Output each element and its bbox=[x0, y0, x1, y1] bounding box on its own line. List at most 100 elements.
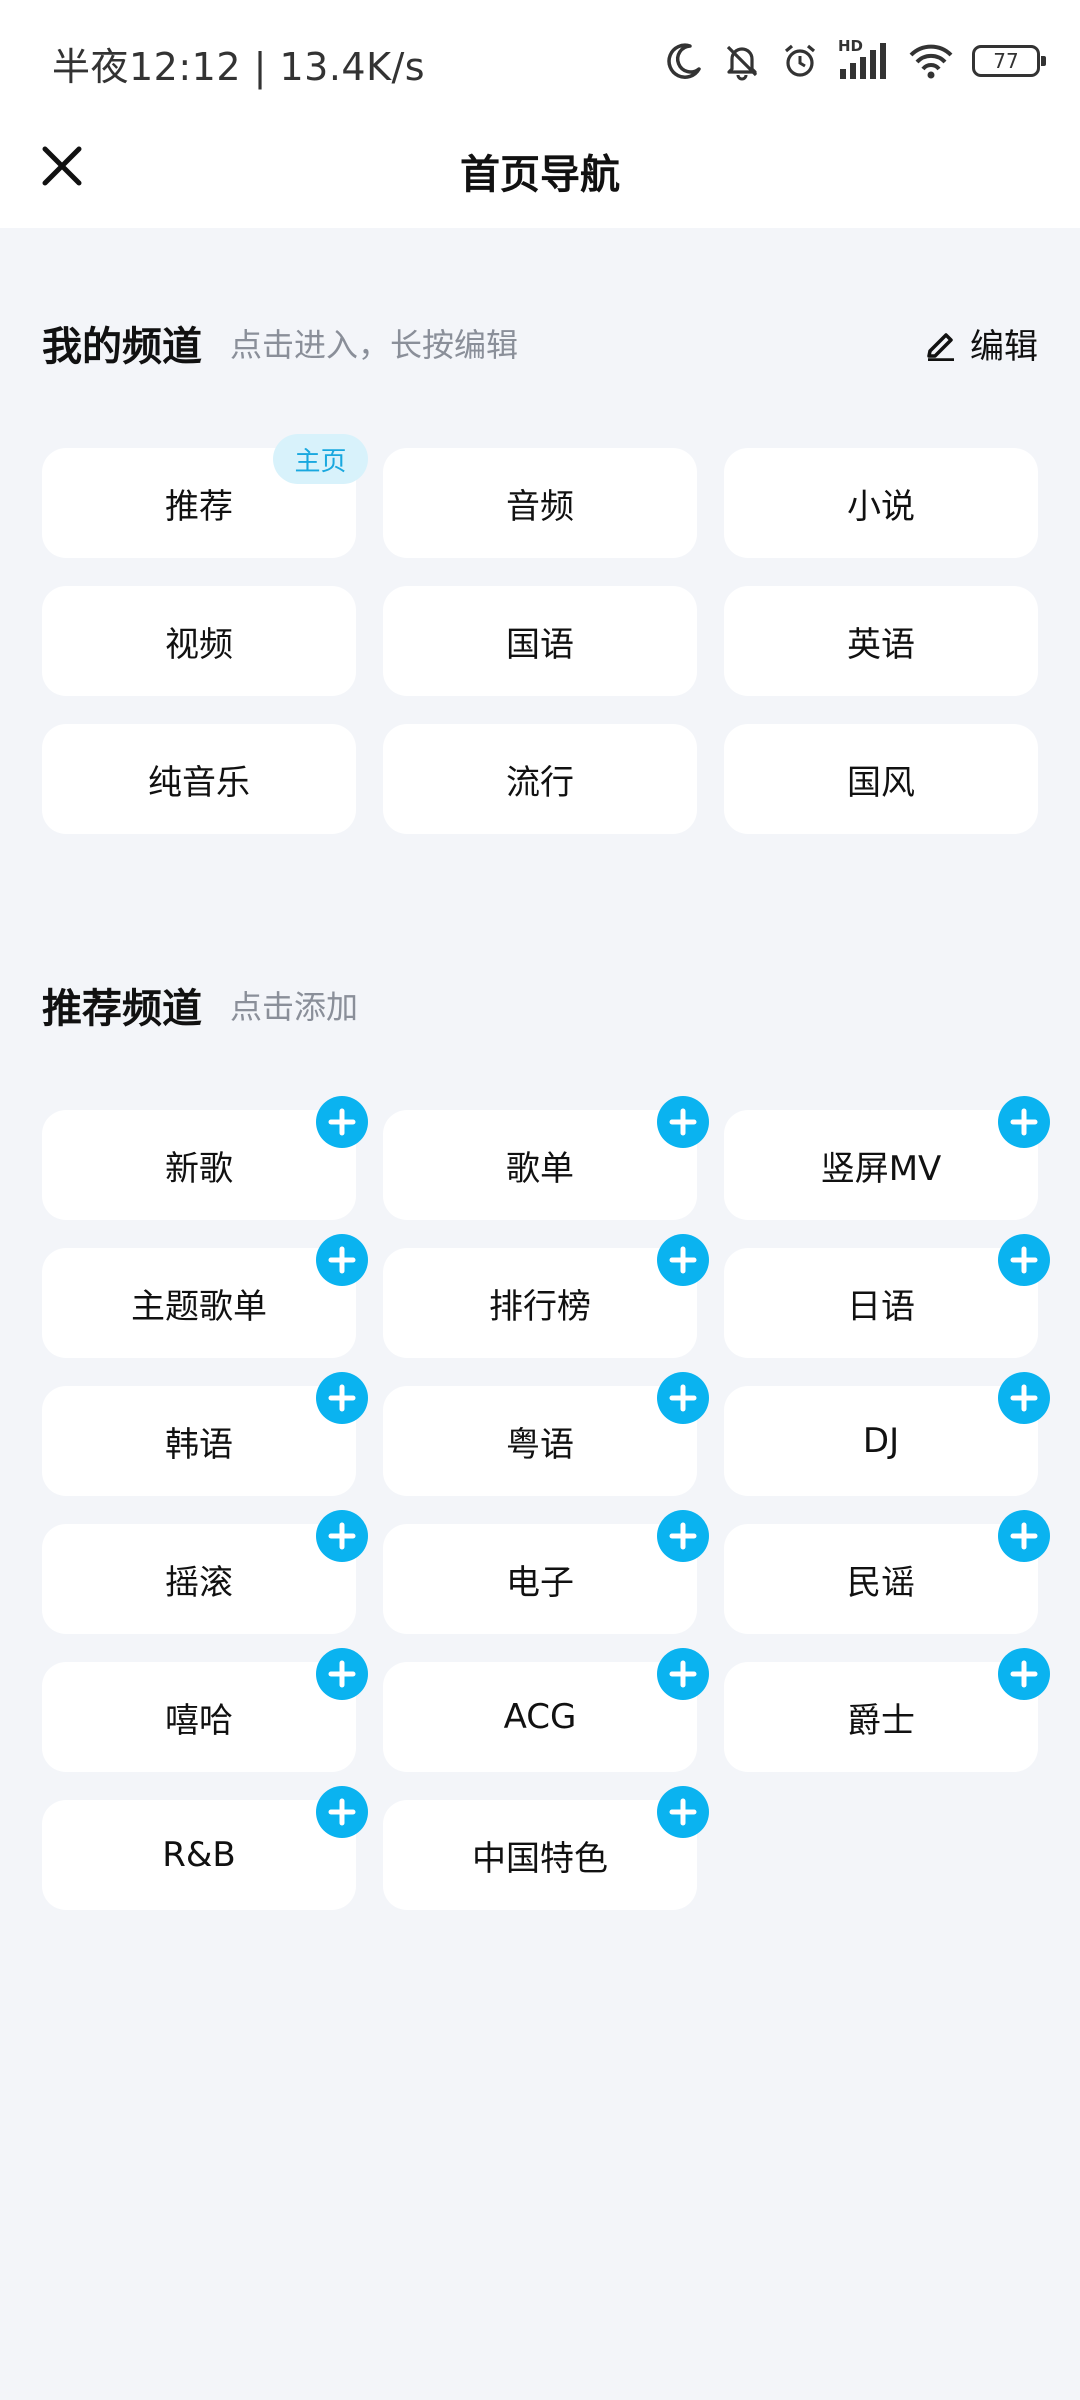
add-channel-button[interactable] bbox=[657, 1096, 709, 1148]
status-bar: 半夜12:12 | 13.4K/s HD 77 bbox=[0, 0, 1080, 120]
recommended-channel-tile[interactable]: 电子 bbox=[383, 1510, 709, 1634]
add-channel-button[interactable] bbox=[316, 1510, 368, 1562]
plus-icon bbox=[669, 1384, 697, 1412]
recommended-channel-tile[interactable]: 主题歌单 bbox=[42, 1234, 368, 1358]
my-channels-header: 我的频道 点击进入，长按编辑 编辑 bbox=[42, 313, 1038, 373]
channel-label: 主题歌单 bbox=[131, 1286, 267, 1327]
channel-label: 粤语 bbox=[506, 1424, 574, 1465]
channel-label: 民谣 bbox=[847, 1562, 915, 1603]
channel-label: 排行榜 bbox=[489, 1286, 591, 1327]
bell-off-icon bbox=[726, 45, 758, 81]
channel-label: 爵士 bbox=[847, 1700, 915, 1741]
status-time: 半夜12:12 | 13.4K/s bbox=[52, 45, 426, 89]
moon-icon bbox=[667, 43, 701, 79]
edit-label: 编辑 bbox=[970, 327, 1038, 367]
recommended-channel-tile[interactable]: 歌单 bbox=[383, 1096, 709, 1220]
channel-label: 嘻哈 bbox=[165, 1700, 233, 1741]
recommended-channel-tile[interactable]: DJ bbox=[724, 1372, 1050, 1496]
add-channel-button[interactable] bbox=[998, 1096, 1050, 1148]
channel-tile[interactable]: 小说 bbox=[724, 448, 1038, 558]
plus-icon bbox=[328, 1660, 356, 1688]
recommended-channel-tile[interactable]: 新歌 bbox=[42, 1096, 368, 1220]
plus-icon bbox=[669, 1108, 697, 1136]
channel-tile[interactable]: 推荐 主页 bbox=[42, 434, 368, 558]
channel-label: 电子 bbox=[506, 1562, 574, 1603]
recommended-channel-tile[interactable]: 中国特色 bbox=[383, 1786, 709, 1910]
plus-icon bbox=[328, 1522, 356, 1550]
channel-label: 中国特色 bbox=[472, 1838, 608, 1879]
recommended-channel-tile[interactable]: R&B bbox=[42, 1786, 368, 1910]
add-channel-button[interactable] bbox=[657, 1234, 709, 1286]
channel-label: 国语 bbox=[506, 624, 574, 665]
plus-icon bbox=[328, 1108, 356, 1136]
plus-icon bbox=[669, 1660, 697, 1688]
add-channel-button[interactable] bbox=[998, 1648, 1050, 1700]
add-channel-button[interactable] bbox=[316, 1096, 368, 1148]
recommended-channel-tile[interactable]: 日语 bbox=[724, 1234, 1050, 1358]
recommended-channel-tile[interactable]: 爵士 bbox=[724, 1648, 1050, 1772]
channel-label: DJ bbox=[862, 1421, 900, 1461]
add-channel-button[interactable] bbox=[657, 1372, 709, 1424]
add-channel-button[interactable] bbox=[316, 1234, 368, 1286]
channel-label: 新歌 bbox=[165, 1148, 233, 1189]
channel-label: 国风 bbox=[847, 762, 915, 803]
my-channels-grid: 推荐 主页 音频 小说 视频 国语 英语 纯音乐 流行 国风 bbox=[42, 434, 1038, 834]
recommended-channel-tile[interactable]: 嘻哈 bbox=[42, 1648, 368, 1772]
home-badge: 主页 bbox=[273, 434, 368, 484]
add-channel-button[interactable] bbox=[657, 1648, 709, 1700]
channel-tile[interactable]: 国风 bbox=[724, 724, 1038, 834]
wifi-icon bbox=[909, 44, 953, 79]
nav-bar: 首页导航 bbox=[0, 120, 1080, 228]
battery-icon: 77 bbox=[972, 45, 1046, 77]
channel-label: 视频 bbox=[165, 624, 233, 665]
alarm-icon bbox=[784, 44, 816, 77]
channel-tile[interactable]: 纯音乐 bbox=[42, 724, 356, 834]
channel-label: 竖屏MV bbox=[820, 1148, 942, 1189]
plus-icon bbox=[1010, 1246, 1038, 1274]
channel-tile[interactable]: 流行 bbox=[383, 724, 697, 834]
add-channel-button[interactable] bbox=[657, 1786, 709, 1838]
add-channel-button[interactable] bbox=[657, 1510, 709, 1562]
page-title: 首页导航 bbox=[460, 152, 620, 198]
channel-label: 推荐 bbox=[165, 486, 233, 527]
my-channels-hint: 点击进入，长按编辑 bbox=[230, 326, 519, 364]
plus-icon bbox=[669, 1246, 697, 1274]
pencil-icon bbox=[927, 332, 954, 361]
channel-label: 韩语 bbox=[165, 1424, 233, 1465]
plus-icon bbox=[328, 1384, 356, 1412]
signal-icon: HD bbox=[838, 37, 890, 81]
recommended-channel-tile[interactable]: ACG bbox=[383, 1648, 709, 1772]
add-channel-button[interactable] bbox=[998, 1372, 1050, 1424]
recommended-channels-grid: 新歌 歌单 竖屏MV 主题歌单 排行榜 日语韩语 粤语 DJ 摇滚 电子 民谣嘻哈 ACG 爵士 R&B 中… bbox=[42, 1096, 1050, 1910]
recommended-channels-header: 推荐频道 点击添加 bbox=[42, 975, 1038, 1035]
add-channel-button[interactable] bbox=[316, 1372, 368, 1424]
edit-button[interactable]: 编辑 bbox=[924, 319, 1038, 368]
plus-icon bbox=[669, 1798, 697, 1826]
channel-tile[interactable]: 英语 bbox=[724, 586, 1038, 696]
plus-icon bbox=[328, 1246, 356, 1274]
add-channel-button[interactable] bbox=[998, 1510, 1050, 1562]
channel-label: 流行 bbox=[506, 762, 574, 803]
plus-icon bbox=[669, 1522, 697, 1550]
plus-icon bbox=[328, 1798, 356, 1826]
plus-icon bbox=[1010, 1522, 1038, 1550]
channel-label: 纯音乐 bbox=[148, 762, 250, 803]
channel-tile[interactable]: 视频 bbox=[42, 586, 356, 696]
channel-label: 英语 bbox=[847, 624, 915, 665]
add-channel-button[interactable] bbox=[316, 1648, 368, 1700]
channel-label: 音频 bbox=[506, 486, 574, 527]
recommended-channel-tile[interactable]: 摇滚 bbox=[42, 1510, 368, 1634]
add-channel-button[interactable] bbox=[316, 1786, 368, 1838]
my-channels-title: 我的频道 bbox=[42, 324, 202, 370]
add-channel-button[interactable] bbox=[998, 1234, 1050, 1286]
recommended-channel-tile[interactable]: 竖屏MV bbox=[724, 1096, 1050, 1220]
channel-tile[interactable]: 音频 bbox=[383, 448, 697, 558]
recommended-channel-tile[interactable]: 排行榜 bbox=[383, 1234, 709, 1358]
recommended-channel-tile[interactable]: 民谣 bbox=[724, 1510, 1050, 1634]
channel-label: ACG bbox=[503, 1697, 577, 1737]
recommended-channel-tile[interactable]: 韩语 bbox=[42, 1372, 368, 1496]
recommended-channel-tile[interactable]: 粤语 bbox=[383, 1372, 709, 1496]
plus-icon bbox=[1010, 1660, 1038, 1688]
channel-tile[interactable]: 国语 bbox=[383, 586, 697, 696]
recommended-channels-title: 推荐频道 bbox=[42, 986, 202, 1032]
